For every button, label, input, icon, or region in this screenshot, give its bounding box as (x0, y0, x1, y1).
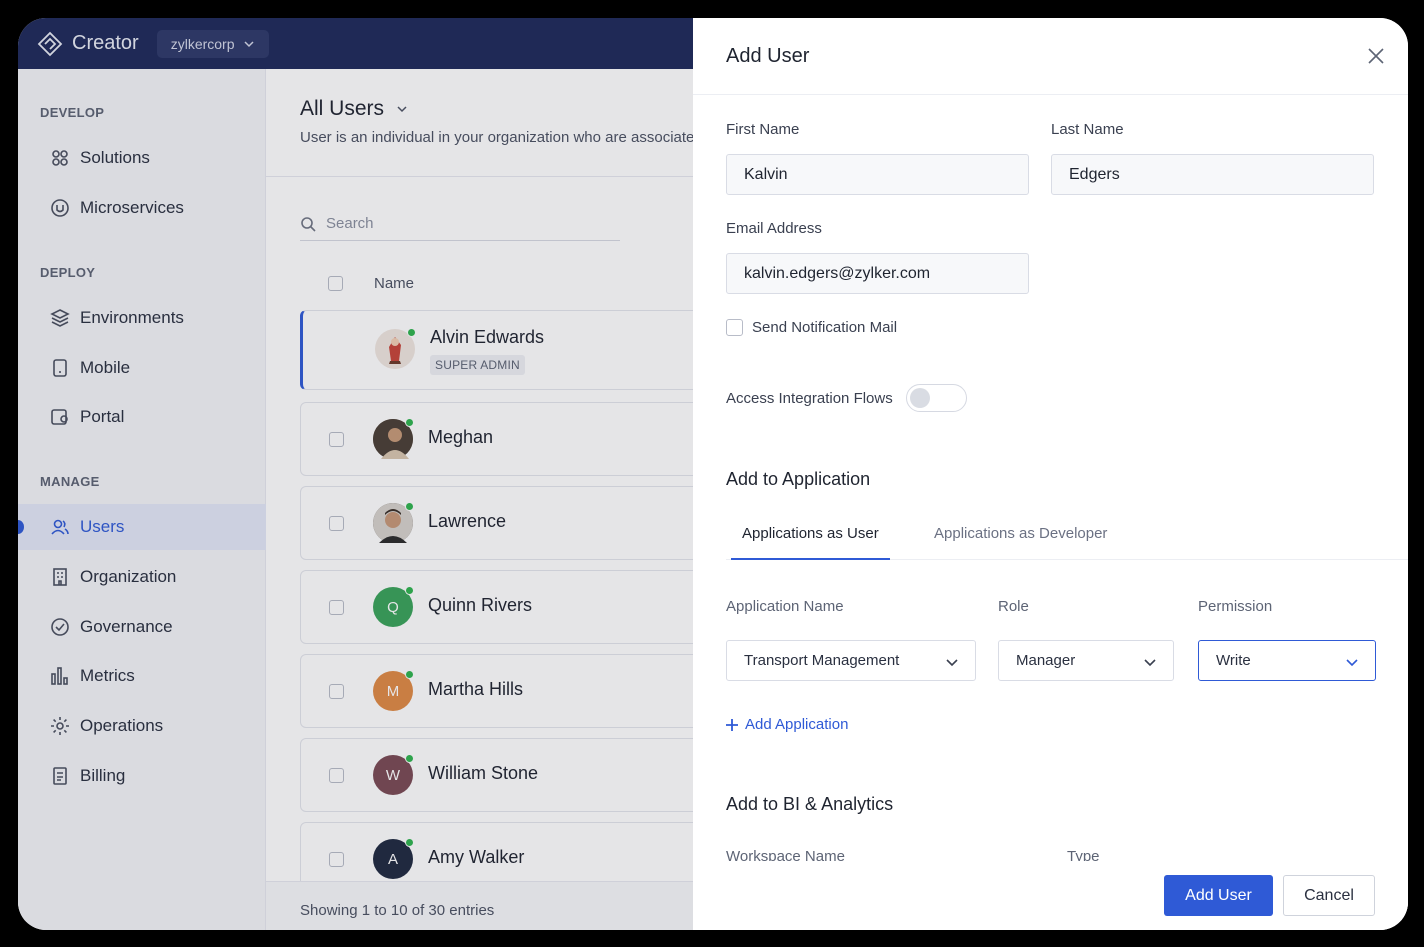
app-window: Creator zylkercorp DEVELOP Solutions Mic… (18, 18, 1408, 930)
last-name-label: Last Name (1051, 121, 1124, 138)
application-tabs: Applications as User Applications as Dev… (726, 513, 1408, 560)
access-flows-toggle[interactable] (905, 384, 967, 412)
first-name-label: First Name (726, 121, 800, 138)
email-field[interactable] (726, 253, 1029, 294)
add-application-label: Add Application (745, 716, 849, 733)
access-flows-label: Access Integration Flows (726, 389, 893, 407)
tab-applications-as-developer[interactable]: Applications as Developer (934, 525, 1107, 542)
tab-applications-as-user[interactable]: Applications as User (742, 525, 879, 542)
column-header-application-name: Application Name (726, 598, 844, 615)
application-select[interactable]: Transport Management (726, 640, 976, 681)
role-select-value: Manager (1016, 652, 1076, 669)
send-notification-label: Send Notification Mail (752, 319, 898, 336)
add-user-drawer: Add User First Name Last Name Email Addr… (693, 18, 1408, 930)
permission-select[interactable]: Write (1198, 640, 1376, 681)
column-header-permission: Permission (1198, 598, 1273, 615)
email-label: Email Address (726, 220, 822, 237)
drawer-header: Add User (693, 18, 1408, 95)
add-user-button[interactable]: Add User (1164, 875, 1273, 916)
application-select-value: Transport Management (744, 652, 900, 669)
send-notification-option: Send Notification Mail (726, 319, 897, 336)
column-header-workspace-name: Workspace Name (726, 848, 845, 861)
first-name-field[interactable] (726, 154, 1029, 195)
add-to-application-title: Add to Application (726, 469, 871, 489)
add-application-link[interactable]: Add Application (726, 716, 848, 733)
access-flows-option: Access Integration Flows (726, 384, 967, 412)
cancel-button[interactable]: Cancel (1283, 875, 1375, 916)
plus-icon (726, 718, 738, 731)
chevron-down-icon (1345, 655, 1359, 669)
drawer-footer: Add User Cancel (693, 861, 1408, 930)
active-tab-indicator (731, 558, 890, 560)
bi-columns-header: Workspace Name Type (726, 848, 1408, 861)
permission-select-value: Write (1216, 652, 1251, 669)
close-icon (1368, 48, 1384, 64)
bi-analytics-title: Add to BI & Analytics (726, 794, 894, 814)
chevron-down-icon (945, 655, 959, 669)
background-app: Creator zylkercorp DEVELOP Solutions Mic… (18, 18, 693, 930)
chevron-down-icon (1143, 655, 1157, 669)
role-select[interactable]: Manager (998, 640, 1174, 681)
column-header-role: Role (998, 598, 1029, 615)
column-header-type: Type (1067, 848, 1100, 861)
drawer-title: Add User (726, 45, 810, 67)
close-button[interactable] (1366, 46, 1386, 66)
toggle-knob (909, 388, 930, 408)
send-notification-checkbox[interactable] (726, 319, 743, 336)
last-name-field[interactable] (1051, 154, 1374, 195)
modal-backdrop[interactable] (18, 18, 693, 930)
